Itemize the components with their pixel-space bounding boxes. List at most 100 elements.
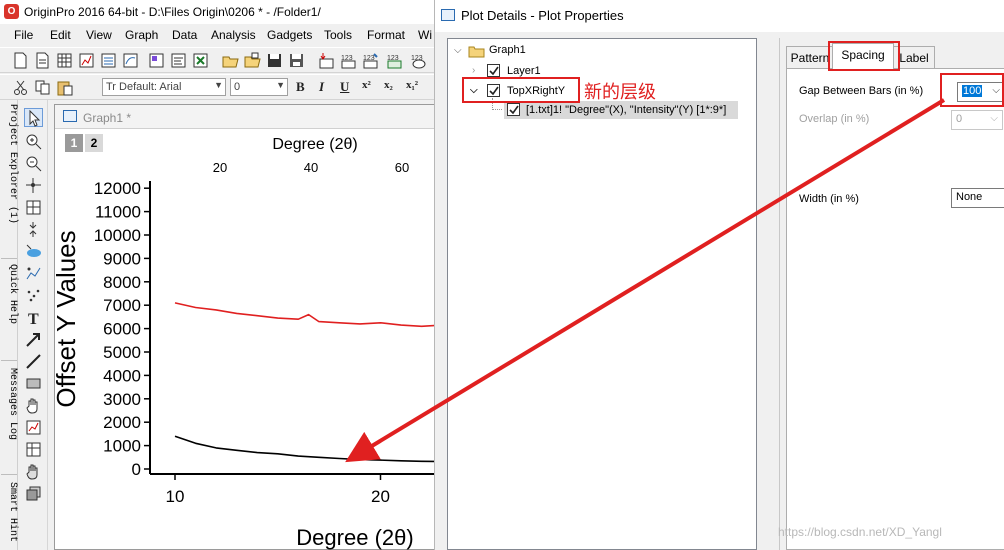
- data-selector-icon[interactable]: [24, 220, 43, 239]
- dock-tab-messages-log[interactable]: Messages Log: [0, 368, 18, 440]
- open-template-icon[interactable]: [244, 52, 261, 69]
- superscript-button[interactable]: x²: [362, 79, 371, 91]
- menu-view[interactable]: View: [86, 28, 112, 42]
- menu-window[interactable]: Wi: [418, 28, 432, 42]
- import-wizard-icon[interactable]: 123: [362, 52, 379, 69]
- import-database-icon[interactable]: 123: [410, 52, 427, 69]
- insert-graph-icon[interactable]: [24, 418, 43, 437]
- tree-expand-icon[interactable]: ⌵: [454, 45, 462, 56]
- origin-window-title: OriginPro 2016 64-bit - D:\Files Origin\…: [24, 5, 321, 19]
- regional-selector-icon[interactable]: [24, 242, 43, 261]
- spacing-tab-page: Gap Between Bars (in %) 100 ⌵ Overlap (i…: [786, 68, 1004, 550]
- gap-between-bars-label: Gap Between Bars (in %): [799, 85, 924, 97]
- menu-file[interactable]: File: [14, 28, 33, 42]
- menu-data[interactable]: Data: [172, 28, 197, 42]
- save-window-icon[interactable]: [288, 52, 305, 69]
- zoom-in-icon[interactable]: [24, 132, 43, 151]
- y-tick-label: 10000: [94, 226, 141, 245]
- bold-button[interactable]: B: [296, 79, 305, 95]
- tree-guide-line: [492, 109, 502, 110]
- new-graph-icon[interactable]: [78, 52, 95, 69]
- series-line-1: [174, 435, 434, 463]
- font-combo[interactable]: Tr Default: Arial ▼: [102, 78, 226, 96]
- arrow-tool-icon[interactable]: [24, 330, 43, 349]
- menu-bar: File Edit View Graph Data Analysis Gadge…: [0, 25, 434, 45]
- tree-node-graph1[interactable]: Graph1: [489, 44, 526, 56]
- data-reader-icon[interactable]: [24, 198, 43, 217]
- y-tick-label: 9000: [103, 249, 141, 268]
- import-multiple-icon[interactable]: 123: [340, 52, 357, 69]
- hand-tool-icon[interactable]: [24, 396, 43, 415]
- font-size-value: 0: [234, 81, 241, 93]
- y-tick-label: 0: [132, 460, 141, 479]
- x-axis-title: Degree (2θ): [296, 525, 413, 550]
- pointer-icon[interactable]: [24, 108, 43, 127]
- overlap-label: Overlap (in %): [799, 113, 870, 125]
- y-tick-label: 11000: [95, 203, 141, 222]
- graph-window-title: Graph1 *: [83, 111, 132, 125]
- zoom-out-icon[interactable]: [24, 154, 43, 173]
- layer-tool-icon[interactable]: [24, 462, 43, 481]
- tab-pattern[interactable]: Pattern: [786, 46, 834, 70]
- y-tick-label: 8000: [103, 273, 141, 292]
- supersubscript-button[interactable]: x₁²: [406, 79, 418, 91]
- underline-button[interactable]: U: [340, 79, 349, 95]
- origin-main-window: O OriginPro 2016 64-bit - D:\Files Origi…: [0, 0, 434, 550]
- new-folder-icon[interactable]: [34, 52, 51, 69]
- y-tick-label: 3000: [103, 390, 141, 409]
- text-tool-icon[interactable]: T: [24, 308, 43, 327]
- menu-graph[interactable]: Graph: [125, 28, 158, 42]
- cut-icon[interactable]: [12, 79, 29, 96]
- chevron-down-icon: ⌵: [990, 113, 998, 124]
- y-tick-label: 2000: [103, 413, 141, 432]
- new-function-icon[interactable]: [122, 52, 139, 69]
- object-stack-icon[interactable]: [24, 484, 43, 503]
- new-matrix-icon[interactable]: [100, 52, 117, 69]
- plot-checkbox[interactable]: [507, 103, 520, 116]
- menu-gadgets[interactable]: Gadgets: [267, 28, 312, 42]
- mask-points-icon[interactable]: [24, 286, 43, 305]
- font-size-combo[interactable]: 0 ▼: [230, 78, 288, 96]
- overlap-combo[interactable]: 0 ⌵: [951, 110, 1003, 130]
- origin-title-bar[interactable]: O OriginPro 2016 64-bit - D:\Files Origi…: [0, 0, 434, 24]
- insert-table-icon[interactable]: [24, 440, 43, 459]
- subscript-button[interactable]: x₂: [384, 79, 393, 91]
- dialog-title-bar[interactable]: Plot Details - Plot Properties: [435, 0, 1004, 32]
- menu-edit[interactable]: Edit: [50, 28, 71, 42]
- dialog-title: Plot Details - Plot Properties: [461, 8, 624, 23]
- dock-tab-quick-help[interactable]: Quick Help: [0, 264, 18, 324]
- tree-node-layer1[interactable]: Layer1: [507, 65, 541, 77]
- layer1-checkbox[interactable]: [487, 64, 500, 77]
- menu-format[interactable]: Format: [367, 28, 405, 42]
- new-project-icon[interactable]: [12, 52, 29, 69]
- new-layout-icon[interactable]: [148, 52, 165, 69]
- rectangle-tool-icon[interactable]: [24, 374, 43, 393]
- italic-button[interactable]: I: [319, 79, 324, 95]
- watermark-text: https://blog.csdn.net/XD_Yangl: [778, 525, 942, 539]
- new-workbook-icon[interactable]: [56, 52, 73, 69]
- new-excel-icon[interactable]: [192, 52, 209, 69]
- x-tick-label: 10: [166, 487, 185, 506]
- tree-collapsed-icon[interactable]: ›: [472, 65, 475, 76]
- format-toolbar: Tr Default: Arial ▼ 0 ▼ B I U x² x₂ x₁²: [0, 74, 434, 100]
- dock-tab-project-explorer[interactable]: Project Explorer (1): [0, 104, 18, 224]
- tree-node-plot[interactable]: [1.txt]1! "Degree"(X), "Intensity"(Y) [1…: [526, 104, 726, 116]
- menu-tools[interactable]: Tools: [324, 28, 352, 42]
- dock-tab-smart-hint[interactable]: Smart Hint: [0, 482, 18, 542]
- paste-icon[interactable]: [56, 79, 73, 96]
- open-icon[interactable]: [222, 52, 239, 69]
- line-tool-icon[interactable]: [24, 352, 43, 371]
- import-excel-icon[interactable]: 123: [386, 52, 403, 69]
- y-tick-label: 5000: [103, 343, 141, 362]
- copy-icon[interactable]: [34, 79, 51, 96]
- screen-reader-icon[interactable]: [24, 176, 43, 195]
- menu-analysis[interactable]: Analysis: [211, 28, 256, 42]
- graph-window-title-bar[interactable]: Graph1 *: [55, 105, 434, 129]
- tools-toolbar: T: [20, 100, 48, 550]
- draw-data-icon[interactable]: [24, 264, 43, 283]
- save-project-icon[interactable]: [266, 52, 283, 69]
- y-tick-label: 1000: [103, 437, 141, 456]
- import-ascii-icon[interactable]: [318, 52, 335, 69]
- width-combo[interactable]: None: [951, 188, 1004, 208]
- new-notes-icon[interactable]: [170, 52, 187, 69]
